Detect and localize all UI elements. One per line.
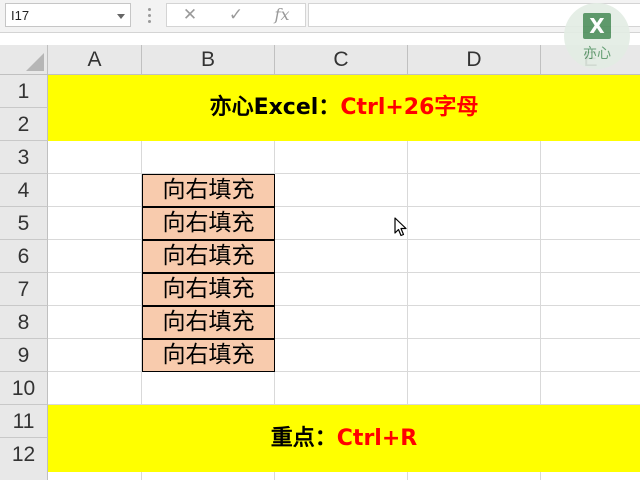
cell-b9[interactable]: 向右填充: [142, 339, 275, 372]
gridline: [48, 239, 640, 240]
logo-text: 亦心: [583, 46, 611, 62]
cell-b4[interactable]: 向右填充: [142, 174, 275, 207]
formula-buttons: ✕ ✓ fx: [166, 3, 306, 27]
row-header-5[interactable]: 5: [0, 207, 48, 240]
column-header-b[interactable]: B: [142, 45, 275, 75]
cancel-icon[interactable]: ✕: [179, 5, 201, 25]
gridline: [48, 173, 640, 174]
row-header-11[interactable]: 11: [0, 405, 48, 438]
title-banner-highlight: Ctrl+26字母: [340, 95, 479, 120]
column-header-a[interactable]: A: [48, 45, 142, 75]
row-header-6[interactable]: 6: [0, 240, 48, 273]
row-header-7[interactable]: 7: [0, 273, 48, 306]
insert-function-icon[interactable]: fx: [271, 5, 293, 25]
mouse-cursor-icon: [394, 217, 407, 237]
cell-b6[interactable]: 向右填充: [142, 240, 275, 273]
bottom-banner-text: 重点：: [270, 426, 337, 451]
cell-b5[interactable]: 向右填充: [142, 207, 275, 240]
name-box[interactable]: I17: [5, 3, 131, 27]
chevron-down-icon[interactable]: [117, 14, 125, 19]
cell-b7[interactable]: 向右填充: [142, 273, 275, 306]
formula-bar: I17 ✕ ✓ fx: [0, 0, 640, 33]
gridline: [48, 206, 640, 207]
cell-b8[interactable]: 向右填充: [142, 306, 275, 339]
row-header-12[interactable]: 12: [0, 438, 48, 480]
excel-logo: X 亦心: [564, 3, 630, 69]
row-header-4[interactable]: 4: [0, 174, 48, 207]
row-header-1[interactable]: 1: [0, 75, 48, 108]
row-header-3[interactable]: 3: [0, 141, 48, 174]
row-header-9[interactable]: 9: [0, 339, 48, 372]
name-box-value: I17: [11, 8, 30, 23]
excel-x-icon: X: [583, 13, 611, 39]
bottom-banner-highlight: Ctrl+R: [336, 426, 418, 451]
enter-icon[interactable]: ✓: [225, 5, 247, 25]
row-header-2[interactable]: 2: [0, 108, 48, 141]
gridline: [48, 272, 640, 273]
title-banner[interactable]: 亦心Excel：Ctrl+26字母: [48, 75, 640, 141]
column-header-d[interactable]: D: [408, 45, 541, 75]
title-banner-text: 亦心Excel：: [209, 95, 341, 120]
row-header-8[interactable]: 8: [0, 306, 48, 339]
gridline: [48, 338, 640, 339]
gridline: [48, 305, 640, 306]
bottom-banner[interactable]: 重点：Ctrl+R: [48, 405, 640, 472]
gridline: [48, 371, 640, 372]
select-all-corner[interactable]: [0, 45, 48, 75]
column-header-c[interactable]: C: [275, 45, 408, 75]
drag-handle-icon[interactable]: [148, 8, 151, 24]
worksheet-grid[interactable]: A B C D E 1 2 3 4 5 6 7 8 9 10 11 12 亦心E…: [0, 45, 640, 480]
row-header-10[interactable]: 10: [0, 372, 48, 405]
